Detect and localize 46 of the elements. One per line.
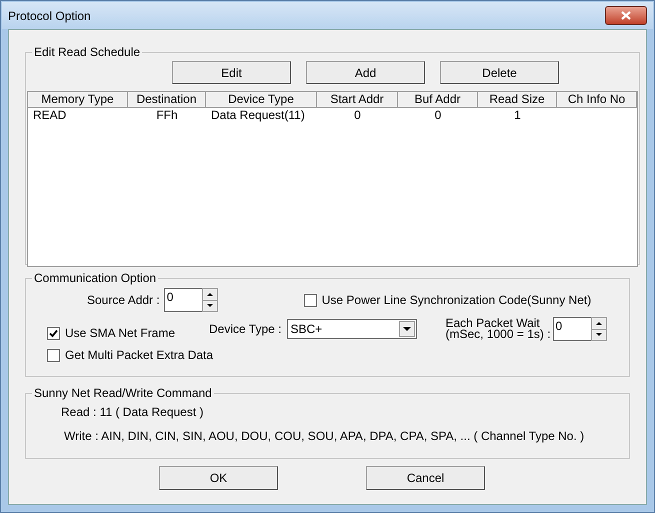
column-header[interactable]: Device Type bbox=[206, 92, 317, 108]
spin-buttons[interactable] bbox=[590, 317, 607, 341]
down-arrow-icon bbox=[596, 333, 602, 336]
group-title: Communication Option bbox=[33, 271, 158, 285]
dropdown-arrow-icon bbox=[403, 327, 412, 331]
close-icon bbox=[621, 11, 631, 20]
dialog-button[interactable]: OK bbox=[159, 466, 278, 490]
checkbox-label: Use Power Line Synchronization Code(Sunny Net) bbox=[322, 292, 592, 309]
toolbar-button[interactable]: Add bbox=[306, 61, 425, 84]
down-arrow-icon bbox=[206, 304, 213, 308]
checkbox-label: Use SMA Net Frame bbox=[65, 325, 176, 342]
spin-buttons[interactable] bbox=[202, 288, 218, 312]
number-field[interactable]: 0 bbox=[164, 288, 202, 312]
field-label: Source Addr : bbox=[87, 292, 160, 309]
window-title: Protocol Option bbox=[8, 8, 91, 24]
command-text: Read : 11 ( Data Request ) bbox=[61, 405, 204, 419]
table-cell: 0 bbox=[354, 108, 361, 122]
toolbar-button[interactable]: Edit bbox=[172, 61, 291, 84]
dialog-button[interactable]: Cancel bbox=[366, 466, 485, 490]
group-title: Sunny Net Read/Write Command bbox=[33, 386, 213, 400]
close-button[interactable] bbox=[605, 6, 647, 25]
field-label: Device Type : bbox=[209, 321, 282, 338]
table-cell: 0 bbox=[434, 108, 442, 122]
up-arrow-icon bbox=[596, 322, 602, 325]
table-cell: FFh bbox=[156, 108, 178, 122]
checkbox[interactable] bbox=[304, 294, 317, 306]
column-header[interactable]: Ch Info No bbox=[557, 92, 637, 108]
checkbox-label: Get Multi Packet Extra Data bbox=[65, 347, 214, 364]
column-header[interactable]: Read Size bbox=[478, 92, 557, 108]
up-arrow-icon bbox=[206, 292, 213, 296]
column-header[interactable]: Destination bbox=[128, 92, 206, 108]
field-label: Each Packet Wait (mSec, 1000 = 1s) : bbox=[445, 318, 551, 340]
number-field[interactable]: 0 bbox=[552, 317, 591, 341]
command-text: Write : AIN, DIN, CIN, SIN, AOU, DOU, COU, SOU, APA, DPA, CPA, SPA, ... ( Channel Type No. ) bbox=[64, 429, 584, 443]
group-title: Edit Read Schedule bbox=[33, 45, 142, 59]
column-header[interactable]: Buf Addr bbox=[398, 92, 478, 108]
checkbox[interactable] bbox=[47, 326, 60, 340]
table-cell: READ bbox=[33, 108, 66, 122]
toolbar-button[interactable]: Delete bbox=[440, 61, 559, 84]
checkbox[interactable] bbox=[47, 348, 60, 362]
column-header[interactable]: Start Addr bbox=[317, 92, 398, 108]
table-cell: 1 bbox=[514, 108, 521, 122]
check-icon bbox=[49, 328, 58, 338]
column-header[interactable]: Memory Type bbox=[28, 92, 128, 108]
table-cell: Data Request(11) bbox=[211, 108, 305, 122]
dropdown[interactable]: SBC+ bbox=[287, 319, 418, 339]
